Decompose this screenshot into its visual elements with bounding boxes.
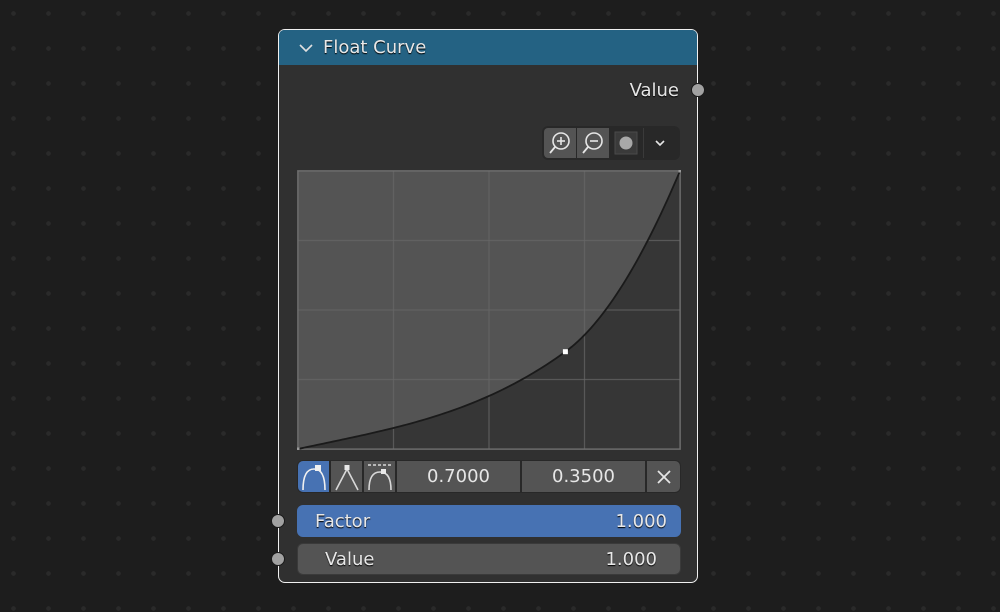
clipping-dot-icon <box>614 131 638 155</box>
value-field[interactable]: Value 1.000 <box>297 543 681 575</box>
factor-input-socket[interactable] <box>271 514 285 528</box>
auto-handle-button[interactable] <box>298 461 329 492</box>
curve-point[interactable] <box>297 447 300 451</box>
auto-clamped-handle-icon <box>367 463 392 490</box>
close-icon <box>656 469 671 484</box>
zoom-out-icon <box>582 132 603 154</box>
point-controls: 0.7000 0.3500 <box>297 460 681 493</box>
output-value-label: Value <box>629 79 679 101</box>
vector-handle-button[interactable] <box>331 461 362 492</box>
auto-clamped-handle-button[interactable] <box>364 461 395 492</box>
delete-point-button[interactable] <box>647 461 680 492</box>
output-value-row: Value <box>630 78 697 102</box>
zoom-in-icon <box>549 132 570 154</box>
curve-point-selected[interactable] <box>562 349 568 355</box>
value-label: Value <box>325 548 375 570</box>
chevron-down-icon <box>655 140 666 147</box>
float-curve-node[interactable]: Float Curve Value 0.7000 0.3500 Factor 1… <box>271 29 705 583</box>
factor-label: Factor <box>315 510 371 532</box>
value-value: 1.000 <box>605 548 657 570</box>
point-x-field[interactable]: 0.7000 <box>397 461 520 492</box>
curve-menu-dropdown[interactable] <box>643 128 677 158</box>
zoom-in-button[interactable] <box>544 128 576 158</box>
collapse-chevron-icon[interactable] <box>299 41 313 55</box>
auto-handle-icon <box>301 464 326 490</box>
node-title: Float Curve <box>323 37 427 58</box>
point-y-field[interactable]: 0.3500 <box>522 461 645 492</box>
clipping-button[interactable] <box>610 128 642 158</box>
output-value-socket[interactable] <box>691 83 705 97</box>
factor-field[interactable]: Factor 1.000 <box>297 505 681 537</box>
curve-point[interactable] <box>678 170 682 173</box>
zoom-out-button[interactable] <box>577 128 609 158</box>
curve-graph[interactable] <box>297 170 681 450</box>
factor-value: 1.000 <box>615 510 667 532</box>
curve-toolbar <box>542 126 680 160</box>
node-header[interactable]: Float Curve <box>279 30 697 65</box>
vector-handle-icon <box>334 464 359 490</box>
value-input-socket[interactable] <box>271 552 285 566</box>
